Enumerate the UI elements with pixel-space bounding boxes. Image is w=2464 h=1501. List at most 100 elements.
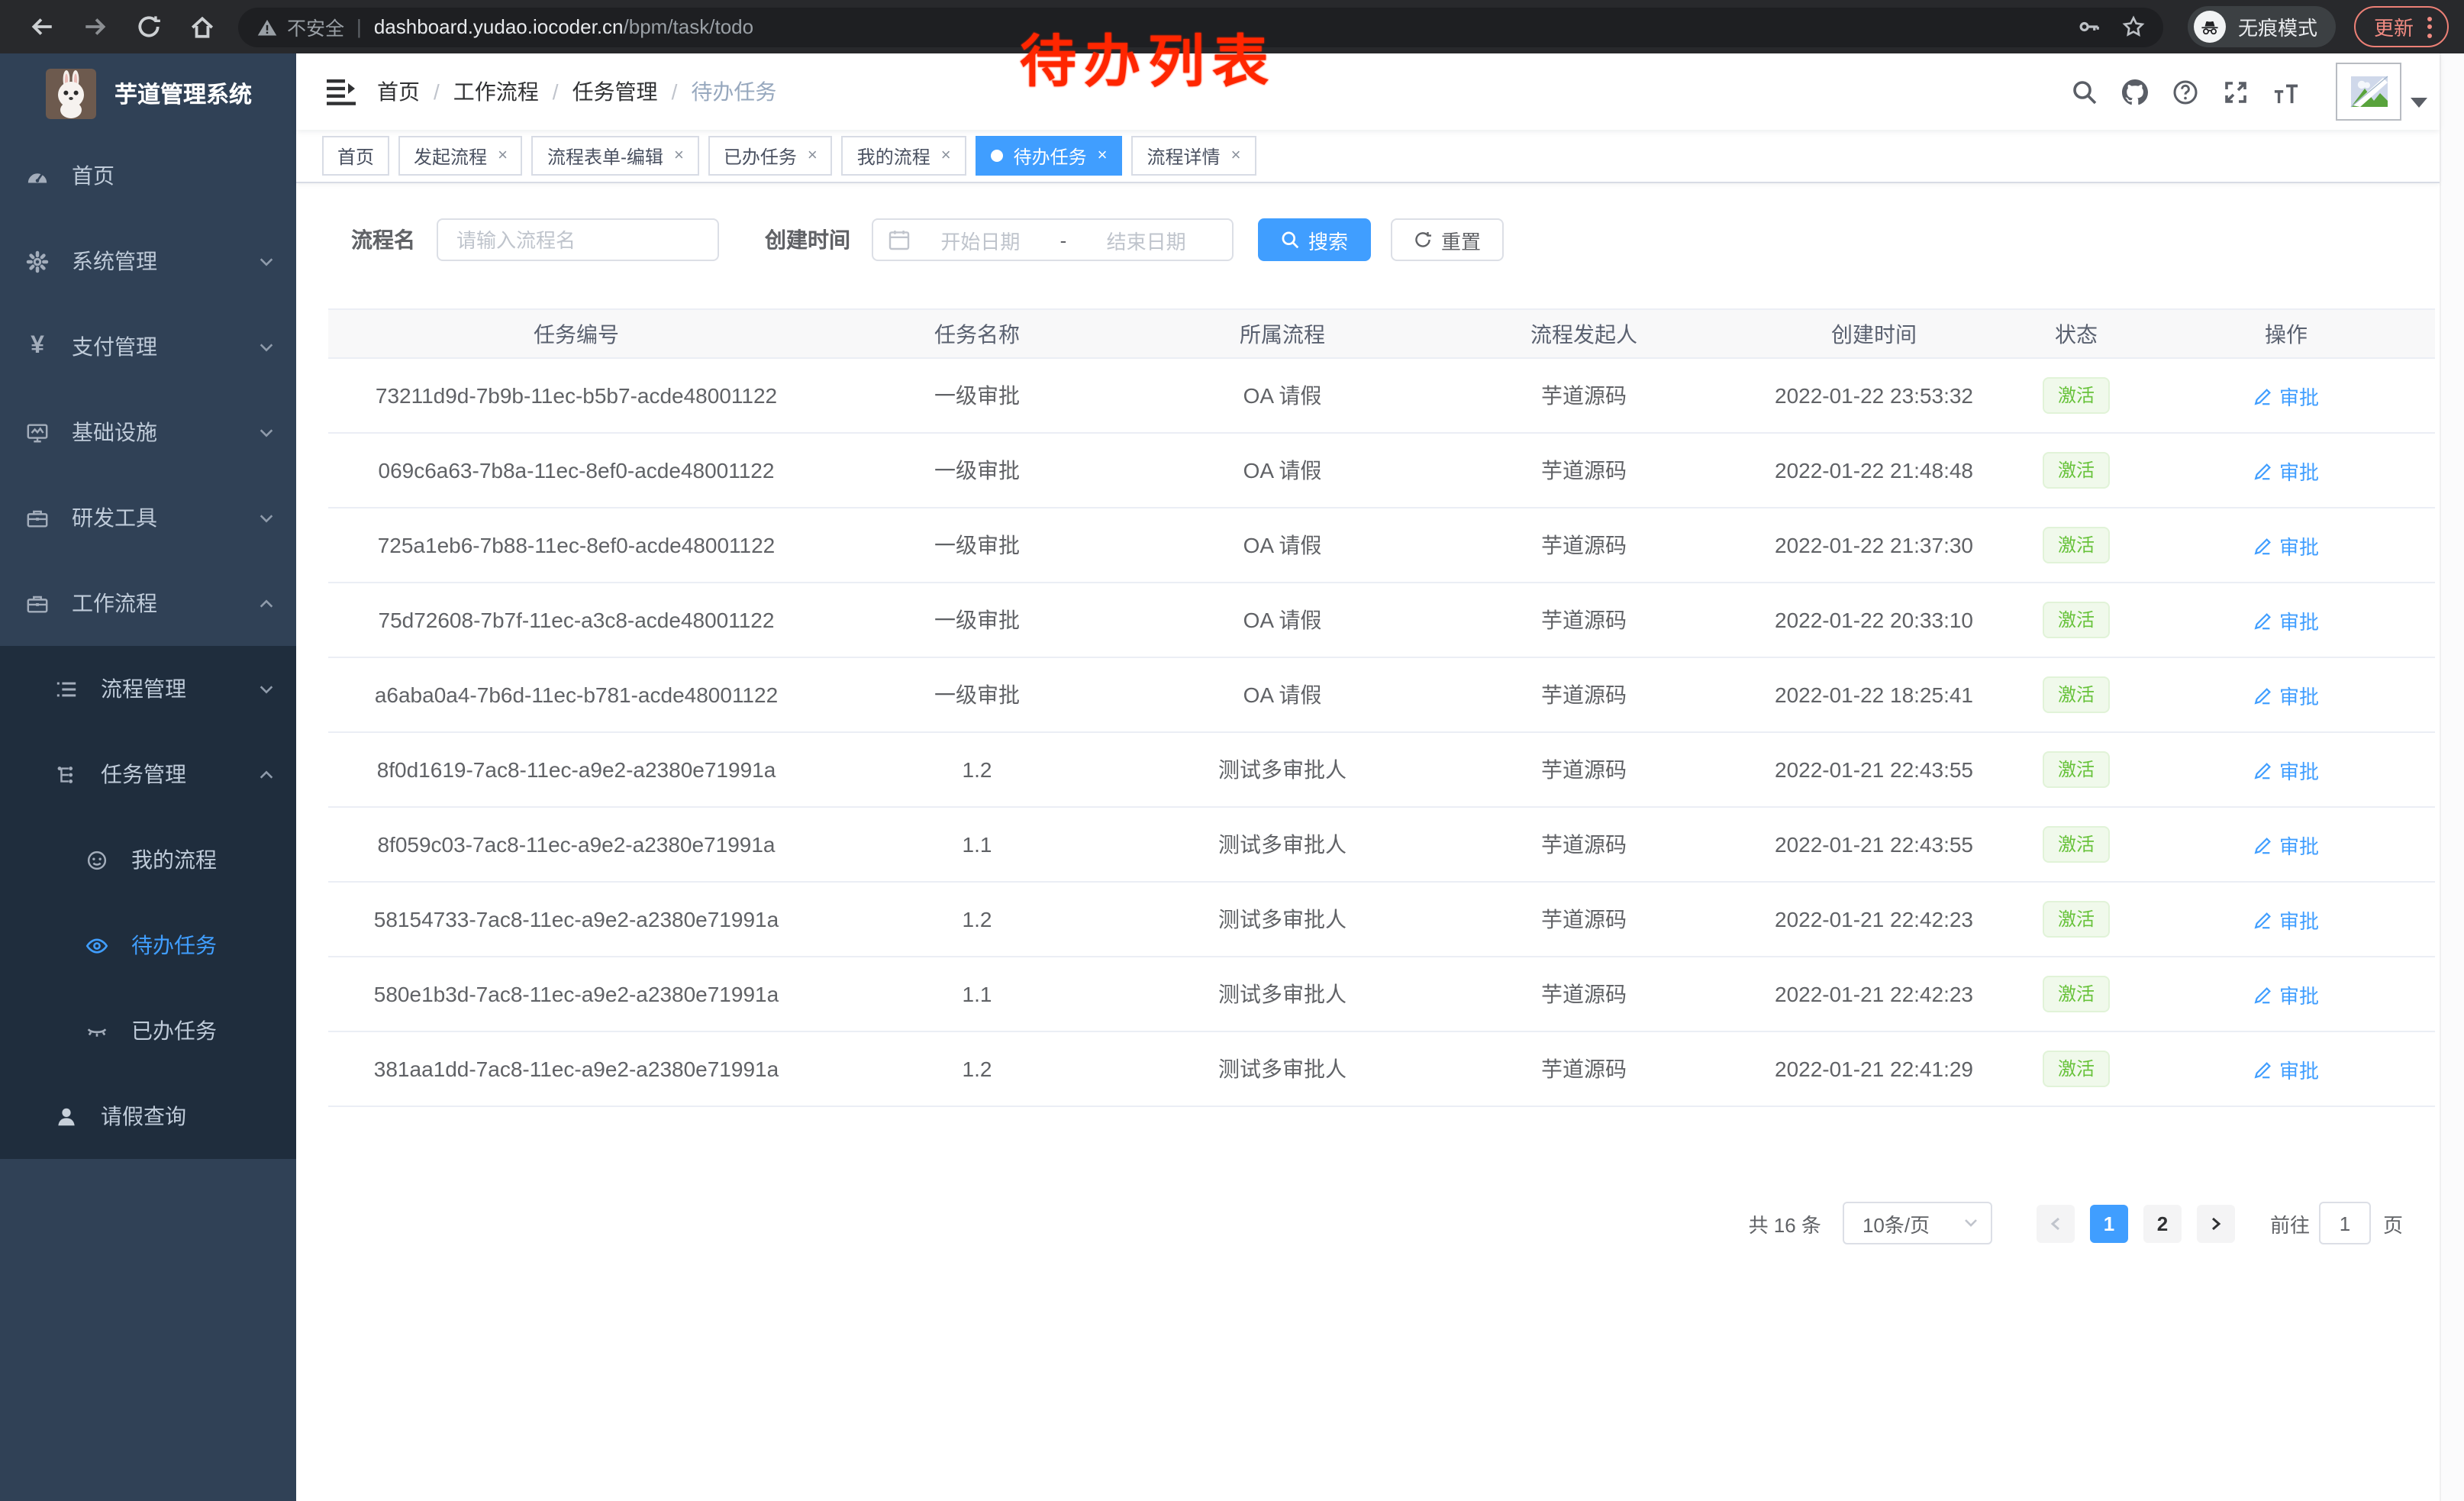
sidebar-item-system[interactable]: 系统管理	[0, 218, 296, 304]
search-button[interactable]: 搜索	[1258, 218, 1371, 261]
search-icon[interactable]	[2072, 79, 2098, 105]
task-initiator: 芋道源码	[1435, 754, 1733, 785]
sidebar-item-todo-tasks[interactable]: 待办任务	[0, 902, 296, 988]
edit-pencil-icon	[2253, 834, 2273, 854]
status-badge: 激活	[2043, 825, 2110, 863]
help-icon[interactable]	[2172, 79, 2198, 105]
edit-pencil-icon	[2253, 460, 2273, 480]
approve-link[interactable]: 审批	[2253, 605, 2319, 634]
sidebar-item-my-process[interactable]: 我的流程	[0, 817, 296, 902]
sidebar-item-devtools[interactable]: 研发工具	[0, 475, 296, 560]
tab-start-process[interactable]: 发起流程 ×	[398, 136, 523, 176]
approve-link[interactable]: 审批	[2253, 905, 2319, 934]
task-process: OA 请假	[1130, 605, 1435, 635]
security-label[interactable]: 不安全	[287, 12, 344, 41]
close-icon[interactable]: ×	[1098, 147, 1108, 165]
task-process: 测试多审批人	[1130, 979, 1435, 1009]
refresh-icon	[1414, 231, 1432, 249]
tab-label: 流程表单-编辑	[547, 143, 663, 169]
process-name-label: 流程名	[351, 224, 415, 255]
tab-form-edit[interactable]: 流程表单-编辑 ×	[532, 136, 699, 176]
home-icon[interactable]	[189, 14, 215, 40]
url-separator: |	[356, 15, 362, 38]
avatar[interactable]	[2336, 63, 2401, 121]
goto-page-input[interactable]	[2319, 1202, 2371, 1244]
close-icon[interactable]: ×	[1231, 147, 1241, 165]
sidebar-item-task-management[interactable]: 任务管理	[0, 731, 296, 817]
approve-link[interactable]: 审批	[2253, 680, 2319, 709]
bookmark-star-icon[interactable]	[2122, 15, 2145, 38]
task-process: 测试多审批人	[1130, 904, 1435, 934]
sidebar-item-workflow[interactable]: 工作流程	[0, 560, 296, 646]
approve-link[interactable]: 审批	[2253, 1054, 2319, 1083]
edit-pencil-icon	[2253, 909, 2273, 929]
reset-button[interactable]: 重置	[1391, 218, 1504, 261]
page-2-button[interactable]: 2	[2143, 1204, 2182, 1242]
tab-todo-tasks[interactable]: 待办任务 ×	[976, 136, 1123, 176]
password-key-icon[interactable]	[2078, 15, 2101, 38]
task-id: 75d72608-7b7f-11ec-a3c8-acde48001122	[328, 608, 824, 632]
tab-my-process[interactable]: 我的流程 ×	[842, 136, 966, 176]
sidebar-item-label: 任务管理	[101, 759, 186, 789]
browser-update-button[interactable]: 更新	[2354, 6, 2449, 47]
breadcrumb-task-management[interactable]: 任务管理	[572, 76, 658, 107]
status-badge: 激活	[2043, 601, 2110, 639]
sidebar-item-leave-query[interactable]: 请假查询	[0, 1073, 296, 1159]
breadcrumb-workflow[interactable]: 工作流程	[453, 76, 539, 107]
tab-done-tasks[interactable]: 已办任务 ×	[708, 136, 833, 176]
close-icon[interactable]: ×	[498, 147, 508, 165]
approve-link[interactable]: 审批	[2253, 456, 2319, 485]
avatar-caret-icon[interactable]	[2411, 96, 2427, 108]
collapse-sidebar-icon[interactable]	[327, 79, 356, 105]
breadcrumb-home[interactable]: 首页	[377, 76, 420, 107]
approve-link[interactable]: 审批	[2253, 755, 2319, 784]
forward-icon[interactable]	[82, 14, 108, 40]
task-initiator: 芋道源码	[1435, 605, 1733, 635]
task-id: 381aa1dd-7ac8-11ec-a9e2-a2380e71991a	[328, 1057, 824, 1081]
page-1-button[interactable]: 1	[2090, 1204, 2128, 1242]
sidebar-item-payment[interactable]: ¥ 支付管理	[0, 304, 296, 389]
total-count: 共 16 条	[1749, 1209, 1821, 1238]
edit-pencil-icon	[2253, 610, 2273, 630]
close-icon[interactable]: ×	[674, 147, 684, 165]
reload-icon[interactable]	[136, 14, 162, 40]
github-icon[interactable]	[2122, 79, 2148, 105]
fullscreen-icon[interactable]	[2223, 79, 2249, 105]
tab-process-detail[interactable]: 流程详情 ×	[1132, 136, 1256, 176]
approve-link[interactable]: 审批	[2253, 381, 2319, 410]
tab-label: 发起流程	[414, 143, 487, 169]
close-icon[interactable]: ×	[941, 147, 951, 165]
sidebar-item-done-tasks[interactable]: 已办任务	[0, 988, 296, 1073]
approve-link[interactable]: 审批	[2253, 980, 2319, 1009]
page-size-select[interactable]: 10条/页	[1843, 1202, 1992, 1244]
approve-link[interactable]: 审批	[2253, 531, 2319, 560]
task-created: 2022-01-22 23:53:32	[1733, 383, 2015, 408]
sidebar-item-infrastructure[interactable]: 基础设施	[0, 389, 296, 475]
sidebar-item-home[interactable]: 首页	[0, 133, 296, 218]
font-size-icon[interactable]	[2273, 79, 2299, 105]
close-icon[interactable]: ×	[808, 147, 818, 165]
approve-label: 审批	[2279, 605, 2319, 634]
start-date-placeholder[interactable]: 开始日期	[910, 225, 1051, 254]
approve-link[interactable]: 审批	[2253, 830, 2319, 859]
app-logo-row[interactable]: 芋道管理系统	[0, 53, 296, 133]
scrollbar[interactable]	[2440, 53, 2464, 1501]
task-process: OA 请假	[1130, 380, 1435, 411]
next-page-button[interactable]	[2197, 1204, 2235, 1242]
sidebar-item-process-management[interactable]: 流程管理	[0, 646, 296, 731]
prev-page-button[interactable]	[2037, 1204, 2075, 1242]
pagination: 共 16 条 10条/页 1 2 前往 页	[1749, 1202, 2403, 1244]
tab-home[interactable]: 首页	[322, 136, 389, 176]
task-initiator: 芋道源码	[1435, 380, 1733, 411]
back-icon[interactable]	[29, 14, 55, 40]
app-title: 芋道管理系统	[114, 77, 252, 109]
update-label[interactable]: 更新	[2374, 12, 2414, 41]
task-name: 一级审批	[824, 380, 1130, 411]
date-range-picker[interactable]: 开始日期 - 结束日期	[872, 218, 1234, 261]
approve-label: 审批	[2279, 1054, 2319, 1083]
end-date-placeholder[interactable]: 结束日期	[1076, 225, 1217, 254]
process-name-input[interactable]	[437, 218, 719, 261]
yen-icon: ¥	[26, 334, 49, 359]
breadcrumb-separator: /	[672, 79, 678, 104]
browser-menu-icon[interactable]	[2427, 16, 2432, 37]
